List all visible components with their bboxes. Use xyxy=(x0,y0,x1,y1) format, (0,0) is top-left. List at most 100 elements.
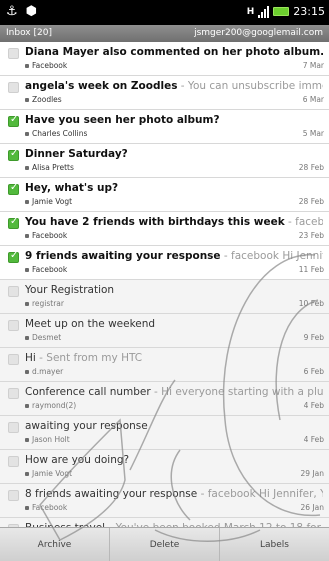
message-snippet: - You can unsubscribe immediatel... xyxy=(180,80,323,92)
message-row[interactable]: Have you seen her photo album? Charles Co… xyxy=(0,110,329,144)
inbox-label[interactable]: Inbox [20] xyxy=(6,28,52,38)
archive-button[interactable]: Archive xyxy=(0,528,110,561)
account-email: jsmger200@googlemail.com xyxy=(194,28,323,38)
message-row[interactable]: 9 friends awaiting your response - faceb… xyxy=(0,246,329,280)
bottom-action-bar: Archive Delete Labels xyxy=(0,527,329,561)
message-sender-line: raymond(2) xyxy=(25,401,76,410)
message-checkbox[interactable] xyxy=(8,320,19,331)
message-snippet: - facebook Hi Jennifer, You... xyxy=(223,250,323,262)
message-sender-line: Facebook xyxy=(25,265,67,274)
message-checkbox[interactable] xyxy=(8,354,19,365)
message-row[interactable]: Conference call number - Hi everyone sta… xyxy=(0,382,329,416)
message-subject: You have 2 friends with birthdays this w… xyxy=(25,216,285,228)
message-row[interactable]: Business travel - You've been booked Mar… xyxy=(0,518,329,527)
message-sender-line: Jamie Vogt xyxy=(25,469,72,478)
message-sender: Facebook xyxy=(32,61,68,70)
labels-button[interactable]: Labels xyxy=(220,528,329,561)
label-dot-icon xyxy=(25,505,29,510)
message-row[interactable]: Your Registration registrar 10 Feb xyxy=(0,280,329,314)
message-checkbox[interactable] xyxy=(8,490,19,501)
message-subject: How are you doing? xyxy=(25,454,130,466)
message-snippet: - facebook Hi Jennifer, You have... xyxy=(200,488,323,500)
message-checkbox[interactable] xyxy=(8,422,19,433)
label-dot-icon xyxy=(25,233,29,238)
label-dot-icon xyxy=(25,131,29,136)
message-line: Dinner Saturday? xyxy=(25,147,323,161)
message-line: Have you seen her photo album? xyxy=(25,113,323,127)
message-row[interactable]: Meet up on the weekend Desmet 9 Feb xyxy=(0,314,329,348)
message-row[interactable]: awaiting your response Jason Holt 4 Feb xyxy=(0,416,329,450)
label-dot-icon xyxy=(25,369,29,374)
inbox-header: Inbox [20] jsmger200@googlemail.com xyxy=(0,25,329,42)
message-subject: angela's week on Zoodles xyxy=(25,80,178,92)
message-checkbox[interactable] xyxy=(8,250,19,263)
message-line: How are you doing? xyxy=(25,453,323,467)
message-date: 23 Feb xyxy=(298,231,324,240)
label-dot-icon xyxy=(25,63,29,68)
delete-button[interactable]: Delete xyxy=(110,528,220,561)
android-icon: ⬢ xyxy=(25,4,38,19)
message-checkbox[interactable] xyxy=(8,216,19,229)
label-dot-icon xyxy=(25,403,29,408)
message-checkbox[interactable] xyxy=(8,388,19,399)
message-date: 29 Jan xyxy=(300,469,325,478)
message-sender-line: Jason Holt xyxy=(25,435,70,444)
message-line: Hey, what's up? xyxy=(25,181,323,195)
usb-icon: ⚓ xyxy=(6,4,18,19)
message-date: 6 Mar xyxy=(302,95,324,104)
message-subject: 8 friends awaiting your response xyxy=(25,488,198,500)
message-checkbox[interactable] xyxy=(8,148,19,161)
message-checkbox[interactable] xyxy=(8,48,19,59)
message-subject: Have you seen her photo album? xyxy=(25,114,220,126)
message-sender-line: Desmet xyxy=(25,333,61,342)
message-checkbox[interactable] xyxy=(8,82,19,93)
message-checkbox[interactable] xyxy=(8,456,19,467)
label-dot-icon xyxy=(25,97,29,102)
message-date: 11 Feb xyxy=(298,265,324,274)
message-row[interactable]: Hey, what's up? Jamie Vogt 28 Feb xyxy=(0,178,329,212)
message-subject: Conference call number xyxy=(25,386,151,398)
label-dot-icon xyxy=(25,335,29,340)
message-date: 5 Mar xyxy=(302,129,324,138)
message-line: 9 friends awaiting your response - faceb… xyxy=(25,249,323,263)
message-date: 9 Feb xyxy=(303,333,324,342)
message-row[interactable]: You have 2 friends with birthdays this w… xyxy=(0,212,329,246)
h-network-icon: H xyxy=(246,6,255,17)
message-row[interactable]: How are you doing? Jamie Vogt 29 Jan xyxy=(0,450,329,484)
message-row[interactable]: Hi - Sent from my HTC d.mayer 6 Feb xyxy=(0,348,329,382)
message-date: 4 Feb xyxy=(303,401,324,410)
label-dot-icon xyxy=(25,437,29,442)
message-sender: raymond(2) xyxy=(32,401,77,410)
message-line: Meet up on the weekend xyxy=(25,317,323,331)
message-sender: Facebook xyxy=(32,231,68,240)
message-sender-line: Facebook xyxy=(25,231,67,240)
message-checkbox[interactable] xyxy=(8,286,19,297)
message-row[interactable]: Diana Mayer also commented on her photo … xyxy=(0,42,329,76)
message-line: Hi - Sent from my HTC xyxy=(25,351,323,365)
message-sender: Facebook xyxy=(32,265,68,274)
message-sender: Jamie Vogt xyxy=(32,197,73,206)
message-subject: Dinner Saturday? xyxy=(25,148,128,160)
message-row[interactable]: angela's week on Zoodles - You can unsub… xyxy=(0,76,329,110)
message-sender-line: Alisa Pretts xyxy=(25,163,74,172)
label-dot-icon xyxy=(25,165,29,170)
message-row[interactable]: Dinner Saturday? Alisa Pretts 28 Feb xyxy=(0,144,329,178)
message-row[interactable]: 8 friends awaiting your response - faceb… xyxy=(0,484,329,518)
message-sender-line: registrar xyxy=(25,299,64,308)
message-checkbox[interactable] xyxy=(8,114,19,127)
message-date: 26 Jan xyxy=(300,503,325,512)
label-dot-icon xyxy=(25,471,29,476)
message-sender-line: Zoodles xyxy=(25,95,62,104)
status-time: 23:15 xyxy=(293,5,325,18)
message-list[interactable]: Diana Mayer also commented on her photo … xyxy=(0,42,329,527)
message-sender: Charles Collins xyxy=(32,129,88,138)
message-subject: Your Registration xyxy=(25,284,115,296)
message-sender-line: Jamie Vogt xyxy=(25,197,72,206)
message-line: angela's week on Zoodles - You can unsub… xyxy=(25,79,323,93)
message-checkbox[interactable] xyxy=(8,182,19,195)
message-line: awaiting your response xyxy=(25,419,323,433)
message-date: 4 Feb xyxy=(303,435,324,444)
message-sender: Facebook xyxy=(32,503,68,512)
message-sender: Jason Holt xyxy=(32,435,70,444)
label-dot-icon xyxy=(25,301,29,306)
